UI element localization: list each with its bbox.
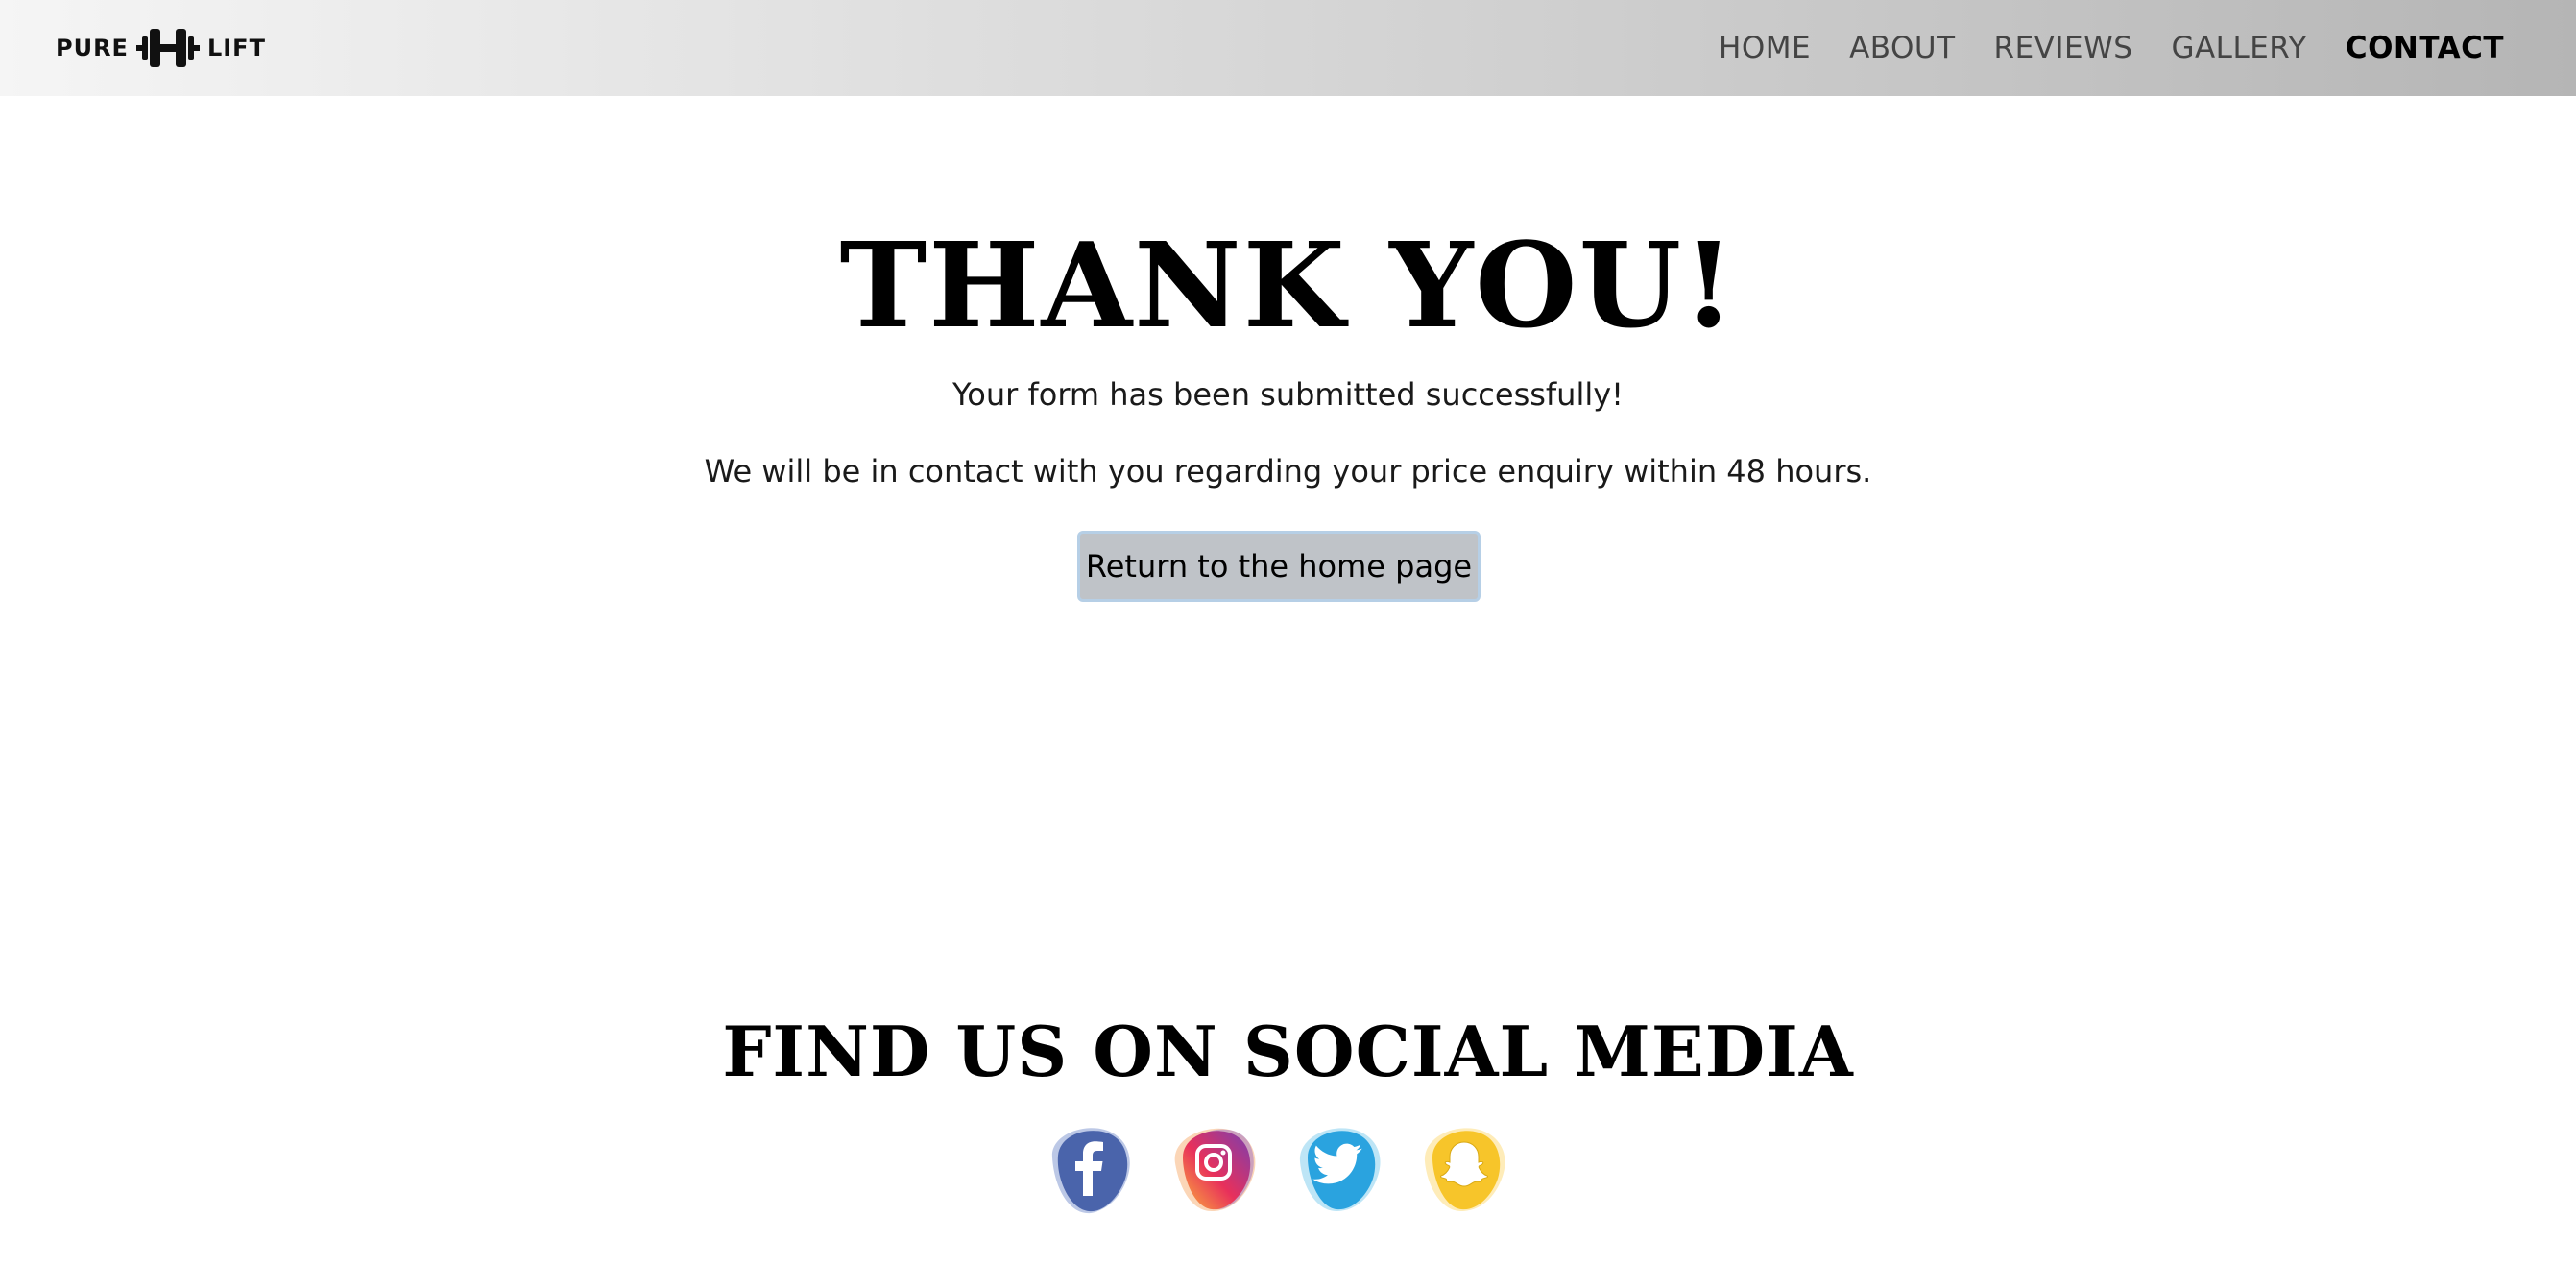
nav-link-gallery[interactable]: GALLERY	[2171, 31, 2306, 65]
nav-link-reviews[interactable]: REVIEWS	[1994, 31, 2133, 65]
nav-link-contact[interactable]: CONTACT	[2346, 31, 2504, 65]
twitter-icon[interactable]	[1290, 1121, 1386, 1217]
navbar: PURE LIFT HOME ABOUT REVIEWS GALLERY CON…	[0, 0, 2576, 96]
logo[interactable]: PURE LIFT	[56, 27, 266, 69]
return-home-button[interactable]: Return to the home page	[1077, 531, 1481, 602]
main-nav: HOME ABOUT REVIEWS GALLERY CONTACT	[1719, 31, 2504, 65]
success-message: Your form has been submitted successfull…	[952, 376, 1624, 413]
logo-text-right: LIFT	[206, 35, 266, 61]
page-title: THANK YOU!	[839, 216, 1737, 354]
instagram-icon[interactable]	[1166, 1121, 1262, 1217]
facebook-icon[interactable]	[1041, 1121, 1137, 1217]
social-links	[1041, 1121, 1511, 1217]
barbell-icon	[135, 29, 200, 67]
snapchat-icon[interactable]	[1415, 1121, 1511, 1217]
social-heading: FIND US ON SOCIAL MEDIA	[722, 1011, 1854, 1092]
nav-link-about[interactable]: ABOUT	[1849, 31, 1955, 65]
logo-text-left: PURE	[56, 35, 129, 61]
contact-message: We will be in contact with you regarding…	[704, 453, 1872, 489]
nav-link-home[interactable]: HOME	[1719, 31, 1811, 65]
